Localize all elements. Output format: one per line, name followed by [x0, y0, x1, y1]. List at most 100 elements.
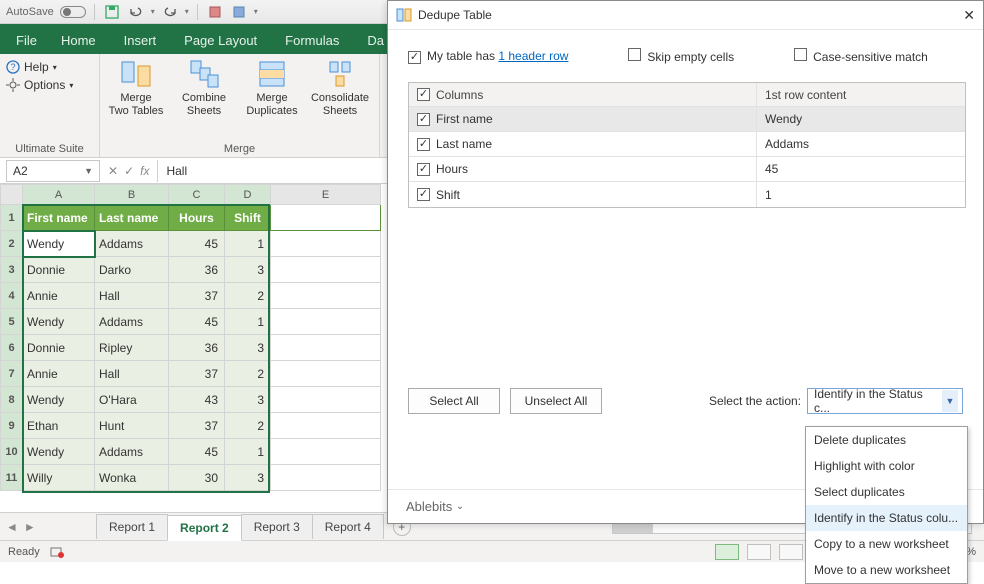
row-header[interactable]: 10 — [1, 439, 23, 465]
fx-icon[interactable]: fx — [140, 164, 149, 178]
sheet-tab-active[interactable]: Report 2 — [167, 515, 242, 541]
cell[interactable]: 3 — [225, 335, 271, 361]
cell[interactable] — [271, 257, 381, 283]
redo-icon[interactable] — [161, 3, 179, 21]
cell[interactable]: Darko — [95, 257, 169, 283]
action-combobox[interactable]: Identify in the Status c... ▼ — [807, 388, 963, 414]
checkbox-all[interactable] — [417, 88, 430, 101]
row-header[interactable]: 4 — [1, 283, 23, 309]
cell[interactable]: 1 — [225, 439, 271, 465]
cell[interactable]: 3 — [225, 387, 271, 413]
cell[interactable] — [271, 283, 381, 309]
dropdown-item-select[interactable]: Select duplicates — [806, 479, 967, 505]
column-row[interactable]: Last nameAddams — [409, 132, 965, 157]
cell[interactable]: Wendy — [23, 439, 95, 465]
cell[interactable]: Annie — [23, 361, 95, 387]
cell[interactable]: 2 — [225, 361, 271, 387]
cell[interactable]: 1 — [225, 231, 271, 257]
cell[interactable]: 37 — [169, 361, 225, 387]
cell[interactable] — [271, 465, 381, 491]
ablebits-label[interactable]: Ablebits — [406, 499, 452, 514]
cell[interactable]: First name — [23, 205, 95, 231]
cell[interactable]: 36 — [169, 257, 225, 283]
row-header[interactable]: 11 — [1, 465, 23, 491]
cell[interactable]: Ethan — [23, 413, 95, 439]
col-header-c[interactable]: C — [169, 185, 225, 205]
view-page-break-button[interactable] — [779, 544, 803, 560]
cell[interactable]: Hall — [95, 361, 169, 387]
sheet-nav-next-icon[interactable]: ► — [24, 520, 36, 534]
cell[interactable]: Wendy — [23, 387, 95, 413]
row-header[interactable]: 7 — [1, 361, 23, 387]
save-icon[interactable] — [103, 3, 121, 21]
autosave-toggle[interactable] — [60, 6, 86, 18]
combine-sheets-button[interactable]: Combine Sheets — [174, 58, 234, 117]
cell[interactable]: 3 — [225, 465, 271, 491]
cell[interactable]: Hall — [95, 283, 169, 309]
tab-file[interactable]: File — [6, 27, 47, 54]
cell[interactable]: Willy — [23, 465, 95, 491]
tab-insert[interactable]: Insert — [110, 27, 171, 54]
cell[interactable]: 37 — [169, 283, 225, 309]
view-page-layout-button[interactable] — [747, 544, 771, 560]
chevron-down-icon[interactable]: ▼ — [942, 390, 958, 412]
col-header-b[interactable]: B — [95, 185, 169, 205]
row-header[interactable]: 6 — [1, 335, 23, 361]
opt-case-sensitive[interactable]: Case-sensitive match — [794, 48, 928, 64]
row-header[interactable]: 3 — [1, 257, 23, 283]
cell[interactable]: Addams — [95, 231, 169, 257]
checkbox-icon[interactable] — [417, 188, 430, 201]
cell[interactable]: 36 — [169, 335, 225, 361]
redo-dropdown-icon[interactable]: ▾ — [185, 7, 189, 16]
dropdown-item-highlight[interactable]: Highlight with color — [806, 453, 967, 479]
checkbox-icon[interactable] — [417, 163, 430, 176]
chevron-down-icon[interactable]: ⌄ — [456, 501, 464, 512]
row-header[interactable]: 2 — [1, 231, 23, 257]
col-header-e[interactable]: E — [271, 185, 381, 205]
close-icon[interactable]: ✕ — [963, 7, 975, 24]
opt-skip-empty[interactable]: Skip empty cells — [628, 48, 734, 64]
cell[interactable] — [271, 205, 381, 231]
cell[interactable]: 1 — [225, 309, 271, 335]
column-row[interactable]: Hours45 — [409, 157, 965, 182]
qat-customize-icon[interactable]: ▾ — [254, 7, 258, 16]
enter-fx-icon[interactable]: ✓ — [124, 164, 134, 178]
dropdown-item-move[interactable]: Move to a new worksheet — [806, 557, 967, 583]
cell[interactable] — [271, 439, 381, 465]
checkbox-icon[interactable] — [417, 113, 430, 126]
header-row-link[interactable]: 1 header row — [498, 49, 568, 63]
cell[interactable] — [271, 387, 381, 413]
cell[interactable]: Wendy — [23, 309, 95, 335]
dropdown-item-identify[interactable]: Identify in the Status colu... — [806, 505, 967, 531]
name-box[interactable]: A2▼ — [6, 160, 100, 182]
cell[interactable] — [271, 413, 381, 439]
cell[interactable]: 2 — [225, 283, 271, 309]
cell[interactable]: Annie — [23, 283, 95, 309]
checkbox-icon[interactable] — [417, 138, 430, 151]
column-row[interactable]: Shift1 — [409, 182, 965, 207]
cell[interactable]: Hunt — [95, 413, 169, 439]
cell[interactable]: 37 — [169, 413, 225, 439]
cell[interactable] — [271, 335, 381, 361]
cell[interactable]: Donnie — [23, 257, 95, 283]
cell[interactable]: 45 — [169, 439, 225, 465]
options-button[interactable]: Options ▾ — [6, 76, 93, 94]
row-header[interactable]: 1 — [1, 205, 23, 231]
sheet-tab[interactable]: Report 1 — [96, 514, 168, 539]
tab-home[interactable]: Home — [47, 27, 110, 54]
cell[interactable]: 45 — [169, 231, 225, 257]
tab-formulas[interactable]: Formulas — [271, 27, 353, 54]
cell[interactable] — [271, 231, 381, 257]
dropdown-item-delete[interactable]: Delete duplicates — [806, 427, 967, 453]
tab-page-layout[interactable]: Page Layout — [170, 27, 271, 54]
macro-record-icon[interactable] — [50, 546, 64, 558]
cell[interactable] — [271, 309, 381, 335]
cell[interactable]: Hours — [169, 205, 225, 231]
cell[interactable]: 30 — [169, 465, 225, 491]
cell[interactable]: Last name — [95, 205, 169, 231]
cancel-fx-icon[interactable]: ✕ — [108, 164, 118, 178]
dropdown-item-copy[interactable]: Copy to a new worksheet — [806, 531, 967, 557]
undo-dropdown-icon[interactable]: ▾ — [151, 7, 155, 16]
opt-header-rows[interactable]: My table has 1 header row — [408, 49, 568, 64]
sheet-nav-prev-icon[interactable]: ◄ — [6, 520, 18, 534]
